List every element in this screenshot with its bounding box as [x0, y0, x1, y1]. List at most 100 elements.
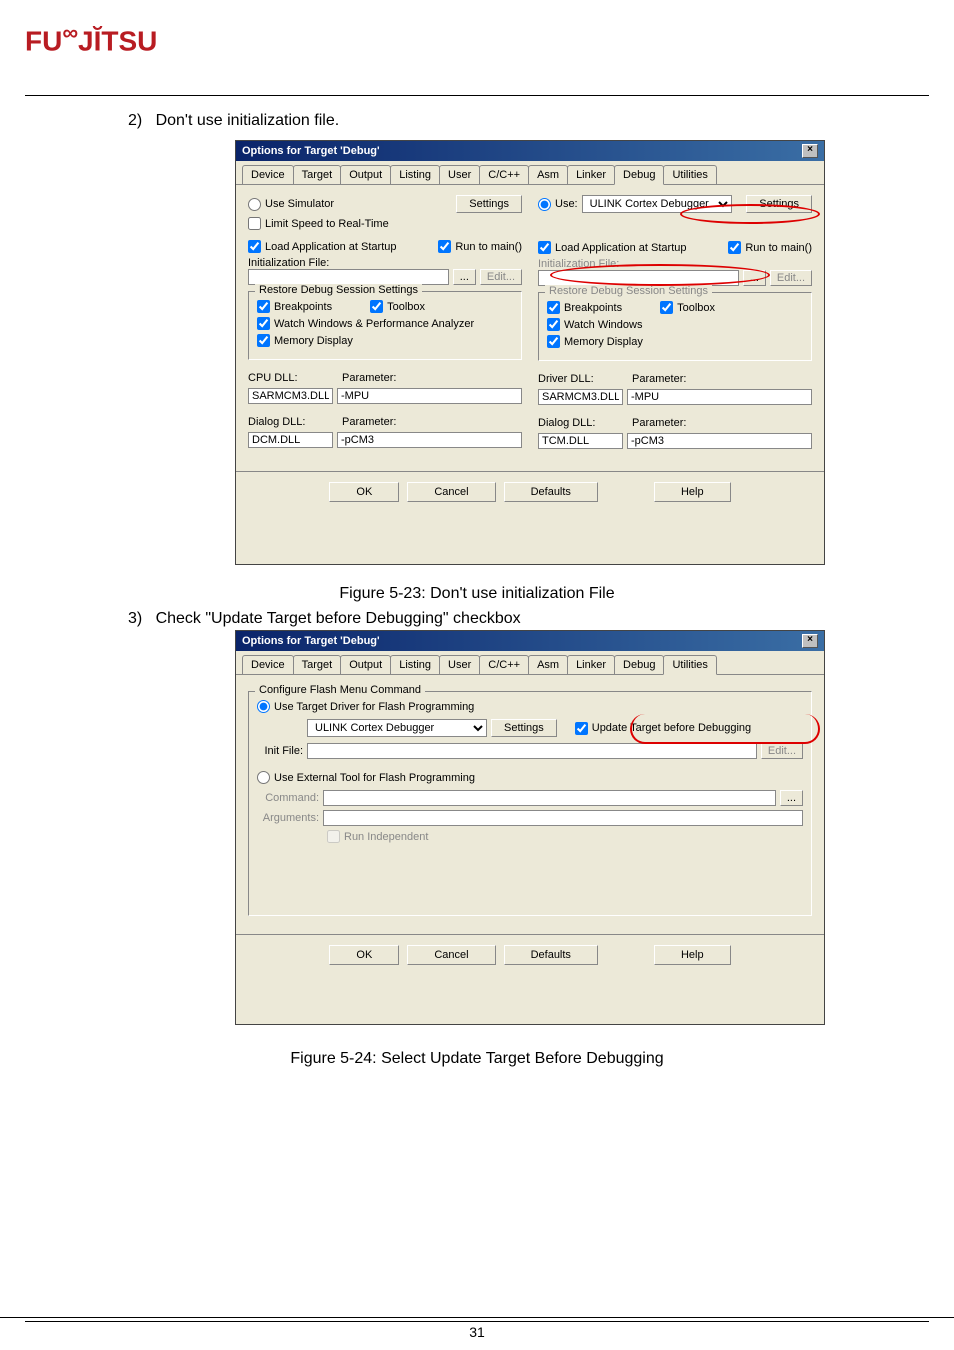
use-target-driver-radio[interactable]	[257, 700, 270, 713]
tab-linker-2[interactable]: Linker	[567, 655, 615, 674]
simulator-panel: Use Simulator Settings Limit Speed to Re…	[248, 195, 522, 453]
restore-settings-group-right: Restore Debug Session Settings Breakpoin…	[538, 292, 812, 361]
use-debugger-radio[interactable]	[538, 198, 551, 211]
run-to-main-checkbox-left[interactable]	[438, 240, 451, 253]
tab-device-2[interactable]: Device	[242, 655, 294, 674]
cancel-button[interactable]: Cancel	[407, 482, 495, 502]
highlight-oval-3	[630, 714, 820, 744]
debugger-panel: Use: ULINK Cortex Debugger Settings Load…	[538, 195, 812, 453]
run-to-main-label: Run to main()	[455, 241, 522, 253]
defaults-button[interactable]: Defaults	[504, 482, 598, 502]
use-external-radio[interactable]	[257, 771, 270, 784]
ok-button-2[interactable]: OK	[329, 945, 399, 965]
options-dialog-debug: Options for Target 'Debug' × Device Targ…	[235, 140, 825, 565]
logo: FU∞FUJITSUJĬTSU	[25, 20, 157, 57]
close-icon-2[interactable]: ×	[802, 634, 818, 648]
use-label: Use:	[555, 198, 578, 210]
tab-output[interactable]: Output	[340, 165, 391, 184]
tab-asm-2[interactable]: Asm	[528, 655, 568, 674]
driver-dll-input[interactable]	[538, 389, 623, 405]
tab-cpp-2[interactable]: C/C++	[479, 655, 529, 674]
step-3: 3) Check "Update Target before Debugging…	[128, 610, 521, 628]
use-simulator-radio[interactable]	[248, 198, 261, 211]
load-app-label: Load Application at Startup	[265, 241, 396, 253]
tab-utilities-2[interactable]: Utilities	[663, 655, 716, 675]
dialog-dll-input-r[interactable]	[538, 433, 623, 449]
restore-settings-group-left: Restore Debug Session Settings Breakpoin…	[248, 291, 522, 360]
defaults-button-2[interactable]: Defaults	[504, 945, 598, 965]
tab-user-2[interactable]: User	[439, 655, 480, 674]
breakpoints-checkbox[interactable]	[257, 300, 270, 313]
command-input[interactable]	[323, 790, 776, 806]
cpu-param-input[interactable]	[337, 388, 522, 404]
tab-listing-2[interactable]: Listing	[390, 655, 440, 674]
toolbox-checkbox-r[interactable]	[660, 301, 673, 314]
toolbox-checkbox[interactable]	[370, 300, 383, 313]
limit-speed-label: Limit Speed to Real-Time	[265, 218, 389, 230]
flash-edit-button[interactable]: Edit...	[761, 743, 803, 759]
step-2: 2) Don't use initialization file.	[128, 112, 339, 130]
cpu-dll-input[interactable]	[248, 388, 333, 404]
init-file-label: Initialization File:	[248, 257, 522, 269]
tab-target[interactable]: Target	[293, 165, 342, 184]
load-app-checkbox-right[interactable]	[538, 241, 551, 254]
tab-cpp[interactable]: C/C++	[479, 165, 529, 184]
flash-init-file-input[interactable]	[307, 743, 757, 759]
settings-button-right[interactable]: Settings	[746, 195, 812, 213]
tab-debug[interactable]: Debug	[614, 165, 664, 185]
update-target-checkbox[interactable]	[575, 722, 588, 735]
load-app-checkbox-left[interactable]	[248, 240, 261, 253]
limit-speed-checkbox[interactable]	[248, 217, 261, 230]
tab-user[interactable]: User	[439, 165, 480, 184]
help-button[interactable]: Help	[654, 482, 731, 502]
title-bar-2: Options for Target 'Debug' ×	[236, 631, 824, 651]
page-number: 31	[0, 1317, 954, 1340]
options-dialog-utilities: Options for Target 'Debug' × Device Targ…	[235, 630, 825, 1025]
settings-button[interactable]: Settings	[456, 195, 522, 213]
run-to-main-checkbox-right[interactable]	[728, 241, 741, 254]
memory-checkbox[interactable]	[257, 334, 270, 347]
init-file-input-right[interactable]	[538, 270, 739, 286]
dialog-dll-input[interactable]	[248, 432, 333, 448]
tab-strip: Device Target Output Listing User C/C++ …	[236, 161, 824, 185]
edit-button[interactable]: Edit...	[480, 269, 522, 285]
watch-checkbox-r[interactable]	[547, 318, 560, 331]
flash-settings-button[interactable]: Settings	[491, 719, 557, 737]
command-browse-button[interactable]: ...	[780, 790, 803, 806]
dialog-title-2: Options for Target 'Debug'	[242, 635, 380, 647]
tab-listing[interactable]: Listing	[390, 165, 440, 184]
use-simulator-label: Use Simulator	[265, 198, 334, 210]
flash-debugger-select[interactable]: ULINK Cortex Debugger	[307, 719, 487, 737]
debugger-select[interactable]: ULINK Cortex Debugger	[582, 195, 732, 213]
driver-param-input[interactable]	[627, 389, 812, 405]
dialog-param-input[interactable]	[337, 432, 522, 448]
tab-asm[interactable]: Asm	[528, 165, 568, 184]
tab-strip-2: Device Target Output Listing User C/C++ …	[236, 651, 824, 675]
figure-caption-2: Figure 5-24: Select Update Target Before…	[0, 1050, 954, 1068]
browse-button-right[interactable]: ...	[743, 270, 766, 286]
edit-button-right[interactable]: Edit...	[770, 270, 812, 286]
memory-checkbox-r[interactable]	[547, 335, 560, 348]
close-icon[interactable]: ×	[802, 144, 818, 158]
tab-linker[interactable]: Linker	[567, 165, 615, 184]
run-independent-checkbox	[327, 830, 340, 843]
browse-button[interactable]: ...	[453, 269, 476, 285]
figure-caption-1: Figure 5-23: Don't use initialization Fi…	[0, 585, 954, 603]
dialog-param-input-r[interactable]	[627, 433, 812, 449]
ok-button[interactable]: OK	[329, 482, 399, 502]
tab-debug-2[interactable]: Debug	[614, 655, 664, 674]
arguments-input[interactable]	[323, 810, 803, 826]
cancel-button-2[interactable]: Cancel	[407, 945, 495, 965]
tab-device[interactable]: Device	[242, 165, 294, 184]
watch-checkbox[interactable]	[257, 317, 270, 330]
tab-utilities[interactable]: Utilities	[663, 165, 716, 184]
init-file-input-left[interactable]	[248, 269, 449, 285]
dialog-buttons: OK Cancel Defaults Help	[236, 471, 824, 508]
tab-target-2[interactable]: Target	[293, 655, 342, 674]
tab-output-2[interactable]: Output	[340, 655, 391, 674]
dialog-title: Options for Target 'Debug'	[242, 145, 380, 157]
help-button-2[interactable]: Help	[654, 945, 731, 965]
title-bar: Options for Target 'Debug' ×	[236, 141, 824, 161]
dialog-buttons-2: OK Cancel Defaults Help	[236, 934, 824, 971]
breakpoints-checkbox-r[interactable]	[547, 301, 560, 314]
